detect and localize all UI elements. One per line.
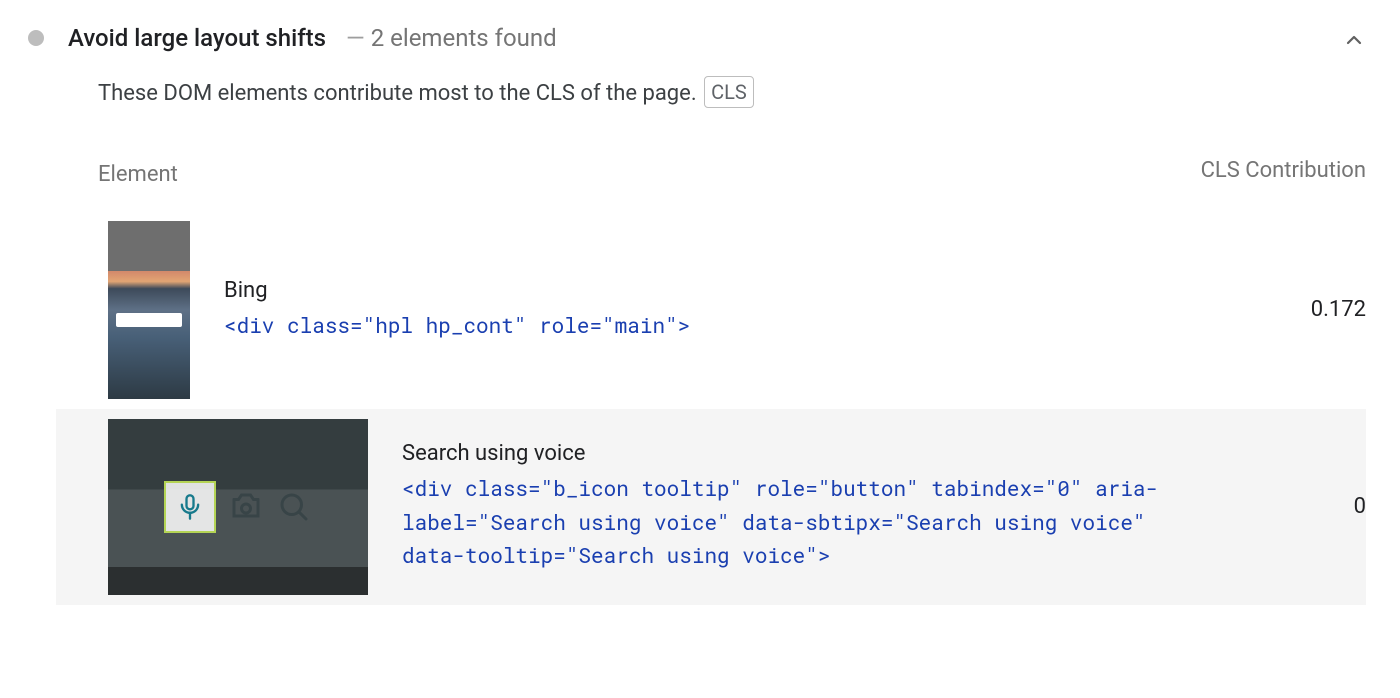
cls-badge[interactable]: CLS <box>704 76 754 108</box>
element-label: Bing <box>224 278 1182 303</box>
audit-count-text: 2 elements found <box>371 24 557 52</box>
audit-title: Avoid large layout shifts <box>68 24 326 52</box>
column-element-header: Element <box>98 162 1186 187</box>
audit-count: — 2 elements found <box>340 24 557 52</box>
audit-description-text: These DOM elements contribute most to th… <box>98 81 697 106</box>
status-dot-icon <box>28 30 44 46</box>
column-contribution-header: CLS Contribution <box>1186 156 1366 187</box>
element-label: Search using voice <box>402 441 1182 466</box>
element-thumbnail <box>108 221 190 399</box>
row-body: Bing <div class="hpl hp_cont" role="main… <box>224 278 1182 343</box>
highlight-box <box>164 481 216 533</box>
element-code: <div class="b_icon tooltip" role="button… <box>402 472 1182 573</box>
table-row[interactable]: Search using voice <div class="b_icon to… <box>56 409 1366 605</box>
row-body: Search using voice <div class="b_icon to… <box>402 441 1182 573</box>
mic-icon <box>176 493 204 521</box>
chevron-up-icon[interactable] <box>1342 28 1366 52</box>
audit-description: These DOM elements contribute most to th… <box>56 76 1366 156</box>
camera-search-icon <box>228 489 264 525</box>
dash-separator: — <box>340 24 371 52</box>
cls-value: 0 <box>1216 494 1366 519</box>
element-thumbnail <box>108 419 368 595</box>
audit-header-row[interactable]: Avoid large layout shifts — 2 elements f… <box>56 16 1366 76</box>
cls-value: 0.172 <box>1216 297 1366 322</box>
table-header: Element CLS Contribution <box>56 156 1366 211</box>
audit-panel: Avoid large layout shifts — 2 elements f… <box>0 0 1400 605</box>
search-icon <box>276 489 312 525</box>
element-code: <div class="hpl hp_cont" role="main"> <box>224 309 1182 343</box>
table-row[interactable]: Bing <div class="hpl hp_cont" role="main… <box>56 211 1366 409</box>
